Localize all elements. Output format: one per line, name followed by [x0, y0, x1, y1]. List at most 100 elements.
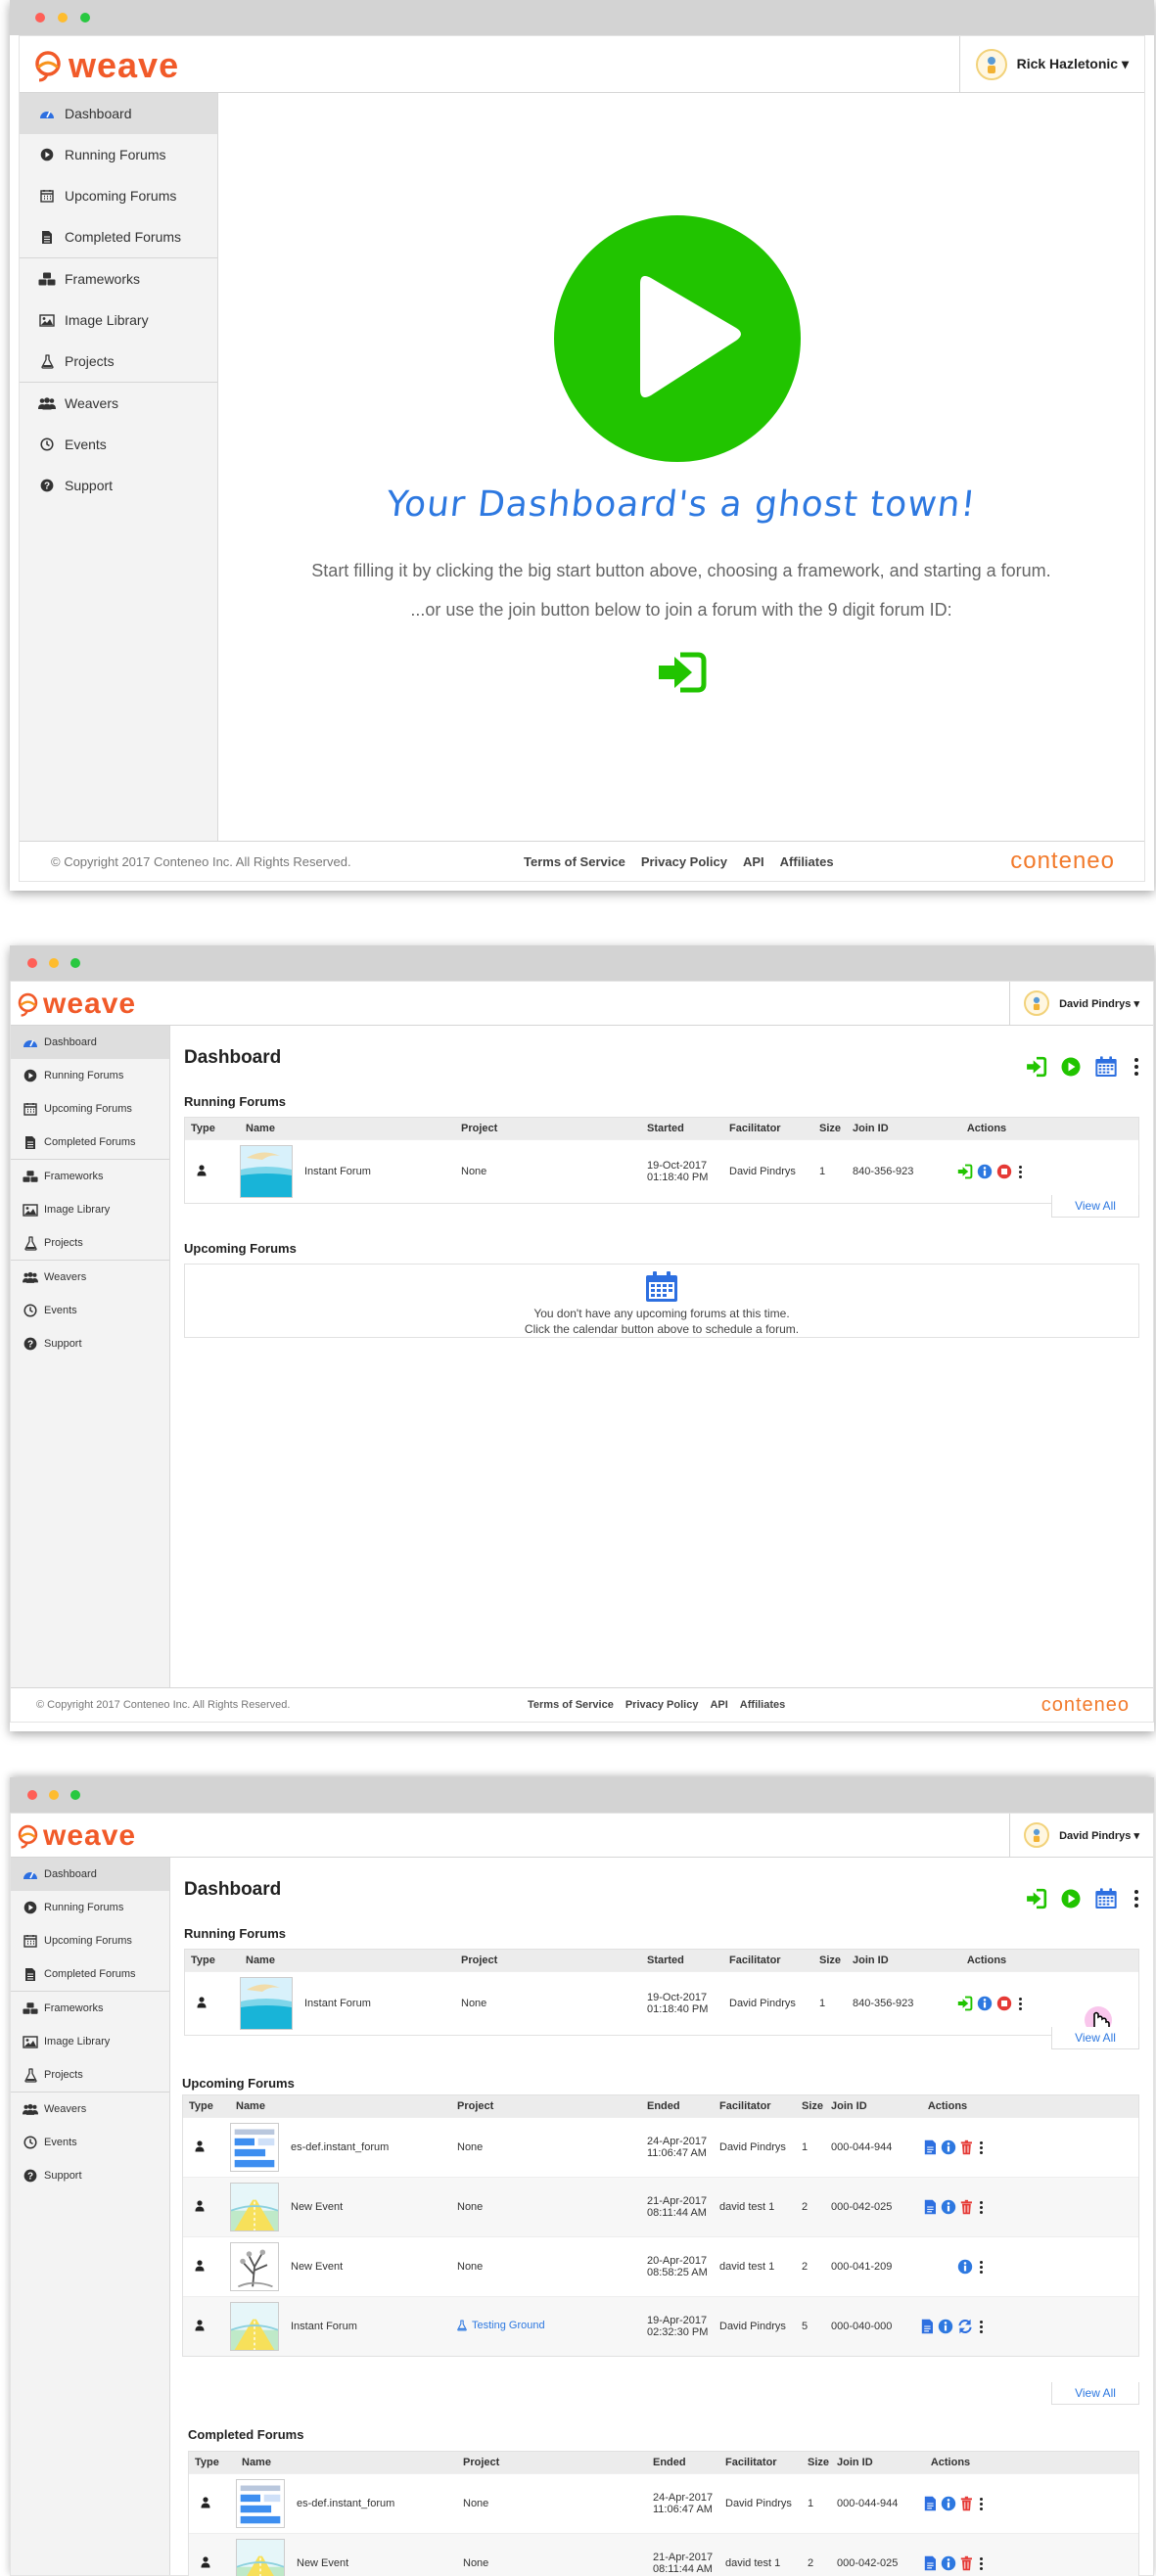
delete-forum-button[interactable] [960, 2496, 973, 2511]
affiliates-link[interactable]: Affiliates [780, 854, 834, 869]
sidebar-item-frameworks[interactable]: Frameworks [20, 257, 217, 299]
row-more-options-kebab-icon[interactable] [977, 2260, 986, 2274]
maximize-window-dot[interactable] [80, 13, 90, 23]
maximize-window-dot[interactable] [70, 1790, 80, 1800]
weave-logo[interactable]: weave [17, 1819, 136, 1853]
sidebar-item-dashboard[interactable]: Dashboard [11, 1026, 169, 1059]
affiliates-link[interactable]: Affiliates [740, 1699, 785, 1711]
schedule-forum-button[interactable] [1094, 1887, 1118, 1910]
upcoming-view-all-link[interactable]: View All [1051, 2382, 1139, 2405]
start-forum-button[interactable] [1061, 1889, 1081, 1909]
export-button[interactable] [921, 2319, 934, 2334]
sidebar-item-support[interactable]: ? Support [11, 1327, 169, 1360]
close-window-dot[interactable] [27, 958, 37, 968]
sidebar-item-weavers[interactable]: Weavers [20, 382, 217, 424]
sidebar-item-completed-forums[interactable]: Completed Forums [20, 216, 217, 257]
forum-info-button[interactable] [941, 2555, 956, 2571]
table-row[interactable]: New Event None 21-Apr-2017 08:11:44 AM david… [183, 2177, 1138, 2236]
export-button[interactable] [924, 2496, 937, 2511]
row-more-options-kebab-icon[interactable] [977, 2200, 986, 2214]
sidebar-item-running-forums[interactable]: Running Forums [11, 1891, 169, 1924]
sidebar-item-completed-forums[interactable]: Completed Forums [11, 1126, 169, 1159]
forum-info-button[interactable] [977, 1164, 993, 1179]
minimize-window-dot[interactable] [49, 958, 59, 968]
close-window-dot[interactable] [35, 13, 45, 23]
sidebar-item-frameworks[interactable]: Frameworks [11, 1991, 169, 2025]
join-forum-button[interactable] [655, 651, 708, 694]
sidebar-item-upcoming-forums[interactable]: Upcoming Forums [11, 1924, 169, 1957]
export-button[interactable] [924, 2555, 937, 2571]
table-row[interactable]: Instant Forum None 19-Oct-2017 01:18:40 PM D… [185, 1971, 1138, 2035]
sidebar-item-image-library[interactable]: Image Library [11, 1193, 169, 1226]
join-forum-button[interactable] [957, 1996, 973, 2011]
sidebar-item-upcoming-forums[interactable]: Upcoming Forums [20, 175, 217, 216]
forum-info-button[interactable] [941, 2496, 956, 2511]
sidebar-item-events[interactable]: Events [11, 2126, 169, 2159]
weave-logo[interactable]: weave [17, 988, 136, 1021]
running-view-all-link[interactable]: View All [1051, 1195, 1139, 1218]
sidebar-item-weavers[interactable]: Weavers [11, 2092, 169, 2126]
minimize-window-dot[interactable] [58, 13, 68, 23]
table-row[interactable]: New Event None 21-Apr-2017 08:11:44 AM david… [189, 2533, 1138, 2576]
sidebar-item-image-library[interactable]: Image Library [20, 299, 217, 341]
sidebar-item-dashboard[interactable]: Dashboard [11, 1858, 169, 1891]
privacy-link[interactable]: Privacy Policy [625, 1699, 699, 1711]
row-more-options-kebab-icon[interactable] [977, 2497, 986, 2510]
sidebar-item-projects[interactable]: Projects [20, 341, 217, 382]
more-options-kebab-icon[interactable] [1132, 1890, 1141, 1908]
close-window-dot[interactable] [27, 1790, 37, 1800]
sidebar-item-projects[interactable]: Projects [11, 1226, 169, 1260]
sidebar-item-image-library[interactable]: Image Library [11, 2025, 169, 2058]
schedule-forum-button[interactable] [1094, 1055, 1118, 1079]
project-link[interactable]: Testing Ground [457, 2320, 545, 2331]
sidebar-item-weavers[interactable]: Weavers [11, 1260, 169, 1294]
row-more-options-kebab-icon[interactable] [977, 2556, 986, 2570]
table-row[interactable]: es-def.instant_forum None 24-Apr-2017 11:06… [189, 2473, 1138, 2533]
sidebar-item-running-forums[interactable]: Running Forums [20, 134, 217, 175]
running-view-all-link[interactable]: View All [1051, 2027, 1139, 2049]
restart-forum-button[interactable] [957, 2319, 973, 2334]
table-row[interactable]: Instant Forum None 19-Oct-2017 01:18:40 PM D… [185, 1139, 1138, 1203]
delete-forum-button[interactable] [960, 2199, 973, 2215]
forum-info-button[interactable] [941, 2199, 956, 2215]
terms-link[interactable]: Terms of Service [524, 854, 625, 869]
minimize-window-dot[interactable] [49, 1790, 59, 1800]
stop-forum-button[interactable] [996, 1164, 1012, 1179]
api-link[interactable]: API [743, 854, 764, 869]
join-forum-button[interactable] [1026, 1056, 1047, 1078]
sidebar-item-support[interactable]: ? Support [11, 2159, 169, 2192]
export-button[interactable] [924, 2139, 937, 2155]
api-link[interactable]: API [710, 1699, 727, 1711]
row-more-options-kebab-icon[interactable] [977, 2320, 986, 2333]
start-forum-button[interactable] [554, 215, 801, 462]
export-button[interactable] [924, 2199, 937, 2215]
forum-info-button[interactable] [977, 1996, 993, 2011]
forum-info-button[interactable] [957, 2259, 973, 2275]
forum-info-button[interactable] [941, 2139, 956, 2155]
table-row[interactable]: Instant Forum Testing Ground 19-Apr-2017 02… [183, 2296, 1138, 2356]
schedule-forum-calendar-button[interactable] [644, 1270, 679, 1304]
delete-forum-button[interactable] [960, 2139, 973, 2155]
sidebar-item-running-forums[interactable]: Running Forums [11, 1059, 169, 1092]
join-forum-button[interactable] [1026, 1888, 1047, 1909]
table-row[interactable]: es-def.instant_forum None 24-Apr-2017 11:06… [183, 2117, 1138, 2177]
conteneo-logo[interactable]: conteneo [1041, 1694, 1130, 1717]
user-menu[interactable]: Rick Hazletonic ▾ [958, 36, 1144, 92]
row-more-options-kebab-icon[interactable] [1016, 1165, 1025, 1178]
user-menu[interactable]: David Pindrys ▾ [1009, 1814, 1153, 1857]
conteneo-logo[interactable]: conteneo [1010, 848, 1115, 875]
maximize-window-dot[interactable] [70, 958, 80, 968]
join-forum-button[interactable] [957, 1164, 973, 1179]
sidebar-item-frameworks[interactable]: Frameworks [11, 1159, 169, 1193]
more-options-kebab-icon[interactable] [1132, 1058, 1141, 1076]
row-more-options-kebab-icon[interactable] [1016, 1997, 1025, 2010]
sidebar-item-upcoming-forums[interactable]: Upcoming Forums [11, 1092, 169, 1126]
sidebar-item-dashboard[interactable]: Dashboard [20, 93, 217, 134]
sidebar-item-projects[interactable]: Projects [11, 2058, 169, 2092]
table-row[interactable]: New Event None 20-Apr-2017 08:58:25 AM david… [183, 2236, 1138, 2296]
sidebar-item-completed-forums[interactable]: Completed Forums [11, 1957, 169, 1991]
forum-info-button[interactable] [938, 2319, 953, 2334]
terms-link[interactable]: Terms of Service [528, 1699, 614, 1711]
sidebar-item-support[interactable]: ? Support [20, 465, 217, 506]
delete-forum-button[interactable] [960, 2555, 973, 2571]
